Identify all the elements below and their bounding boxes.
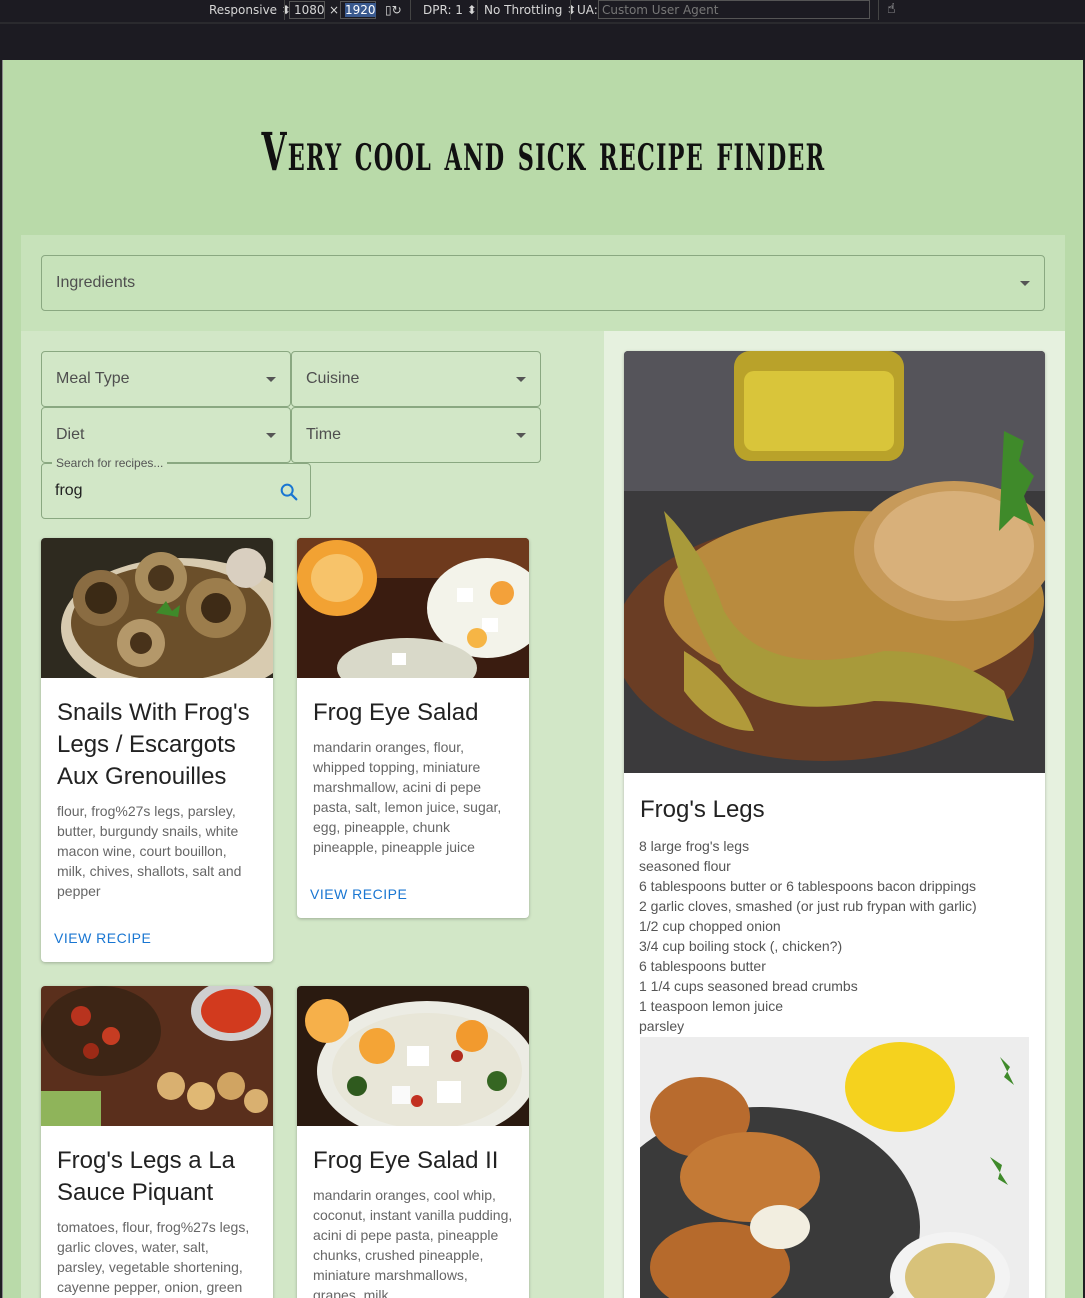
ingredient-list: 8 large frog's legs seasoned flour 6 tab… bbox=[624, 826, 1045, 1036]
recipe-ingredients: tomatoes, flour, frog%27s legs, garlic c… bbox=[57, 1219, 250, 1295]
ingredient-item: 3/4 cup boiling stock (, chicken?) bbox=[639, 938, 843, 954]
recipe-ingredients: flour, frog%27s legs, parsley, butter, b… bbox=[57, 803, 242, 899]
divider bbox=[477, 0, 478, 20]
time-select[interactable]: Time bbox=[291, 407, 541, 463]
divider bbox=[410, 0, 411, 20]
recipe-image bbox=[41, 986, 273, 1126]
recipe-detail-card: Frog's Legs 8 large frog's legs seasoned… bbox=[624, 351, 1045, 1298]
recipe-card[interactable]: Frog Eye Salad mandarin oranges, flour, … bbox=[297, 538, 529, 918]
chevron-down-icon bbox=[1020, 281, 1030, 286]
search-label: Search for recipes... bbox=[52, 456, 168, 470]
recipe-ingredients: mandarin oranges, cool whip, coconut, in… bbox=[313, 1187, 513, 1298]
search-input[interactable]: frog bbox=[55, 482, 83, 500]
cuisine-label: Cuisine bbox=[306, 370, 360, 387]
detail-title: Frog's Legs bbox=[640, 796, 765, 823]
meal-type-label: Meal Type bbox=[56, 370, 130, 387]
devtools-toolbar: Responsive ⬍ 1080 × 1920 ▯↻ DPR: 1 ⬍ No … bbox=[0, 0, 1085, 22]
results-panel: Meal Type Cuisine Diet Time Search for r… bbox=[21, 331, 604, 1298]
chevron-down-icon bbox=[516, 377, 526, 382]
diet-select[interactable]: Diet bbox=[41, 407, 291, 463]
recipe-image bbox=[41, 538, 273, 698]
dimension-separator: × bbox=[329, 3, 340, 17]
cuisine-select[interactable]: Cuisine bbox=[291, 351, 541, 407]
ingredient-item: 1 1/4 cups seasoned bread crumbs bbox=[639, 978, 858, 994]
chevron-down-icon bbox=[266, 433, 276, 438]
recipe-title: Frog Eye Salad II bbox=[313, 1147, 499, 1174]
meal-type-select[interactable]: Meal Type bbox=[41, 351, 291, 407]
dpr-label: DPR: 1 bbox=[423, 3, 463, 17]
divider bbox=[284, 0, 285, 20]
view-recipe-button[interactable]: VIEW RECIPE bbox=[310, 886, 407, 902]
diet-label: Diet bbox=[56, 426, 85, 443]
ingredient-item: seasoned flour bbox=[639, 858, 731, 874]
device-label: Responsive bbox=[209, 3, 278, 17]
view-recipe-button[interactable]: VIEW RECIPE bbox=[54, 930, 151, 946]
time-label: Time bbox=[306, 426, 341, 443]
search-icon[interactable] bbox=[278, 481, 300, 503]
rotate-icon[interactable]: ▯↻ bbox=[385, 3, 402, 17]
recipe-ingredients: mandarin oranges, flour, whipped topping… bbox=[313, 739, 502, 855]
ingredient-item: 1/2 cup chopped onion bbox=[639, 918, 781, 934]
dpr-select[interactable]: DPR: 1 ⬍ bbox=[423, 3, 477, 17]
recipe-card[interactable]: Snails With Frog's Legs / Escargots Aux … bbox=[41, 538, 273, 962]
throttle-select[interactable]: No Throttling ⬍ bbox=[484, 3, 576, 17]
height-input[interactable]: 1920 bbox=[340, 1, 376, 19]
divider bbox=[570, 0, 571, 20]
recipe-detail-image bbox=[624, 351, 1045, 773]
recipe-card[interactable]: Frog's Legs a La Sauce Piquant tomatoes,… bbox=[41, 986, 273, 1298]
detail-panel: Frog's Legs 8 large frog's legs seasoned… bbox=[604, 331, 1065, 1298]
recipe-title: Snails With Frog's Legs / Escargots Aux … bbox=[57, 699, 250, 790]
throttle-label: No Throttling bbox=[484, 3, 563, 17]
ingredients-panel: Ingredients bbox=[21, 235, 1065, 331]
recipe-step-image bbox=[624, 1037, 1029, 1298]
ua-label: UA: bbox=[577, 3, 598, 17]
ingredient-item: 6 tablespoons butter or 6 tablespoons ba… bbox=[639, 878, 977, 894]
recipe-image bbox=[297, 538, 529, 698]
ingredient-item: 1 teaspoon lemon juice bbox=[639, 998, 783, 1014]
width-input[interactable]: 1080 bbox=[289, 1, 325, 19]
ingredient-item: parsley bbox=[639, 1018, 685, 1034]
ua-input[interactable]: Custom User Agent bbox=[598, 0, 870, 19]
viewport-gutter bbox=[0, 24, 1085, 60]
device-select[interactable]: Responsive ⬍ bbox=[209, 3, 291, 17]
chevron-down-icon bbox=[266, 377, 276, 382]
ingredient-item: 2 garlic cloves, smashed (or just rub fr… bbox=[639, 898, 977, 914]
touch-icon[interactable]: ☝ bbox=[887, 1, 896, 17]
ingredient-item: 8 large frog's legs bbox=[639, 838, 750, 854]
height-value: 1920 bbox=[345, 3, 376, 17]
chevron-down-icon bbox=[516, 433, 526, 438]
ingredients-label: Ingredients bbox=[56, 274, 136, 291]
recipe-title: Frog's Legs a La Sauce Piquant bbox=[57, 1147, 236, 1206]
recipe-title: Frog Eye Salad bbox=[313, 699, 479, 726]
app-page: Very cool and sick recipe finder Ingredi… bbox=[2, 60, 1083, 1298]
recipe-card[interactable]: Frog Eye Salad II mandarin oranges, cool… bbox=[297, 986, 529, 1298]
divider bbox=[878, 0, 879, 20]
recipe-image bbox=[297, 986, 529, 1141]
ingredient-item: 6 tablespoons butter bbox=[639, 958, 766, 974]
ingredients-select[interactable]: Ingredients bbox=[41, 255, 1045, 311]
search-field[interactable]: Search for recipes... frog bbox=[41, 456, 311, 519]
page-title: Very cool and sick recipe finder bbox=[261, 122, 826, 183]
